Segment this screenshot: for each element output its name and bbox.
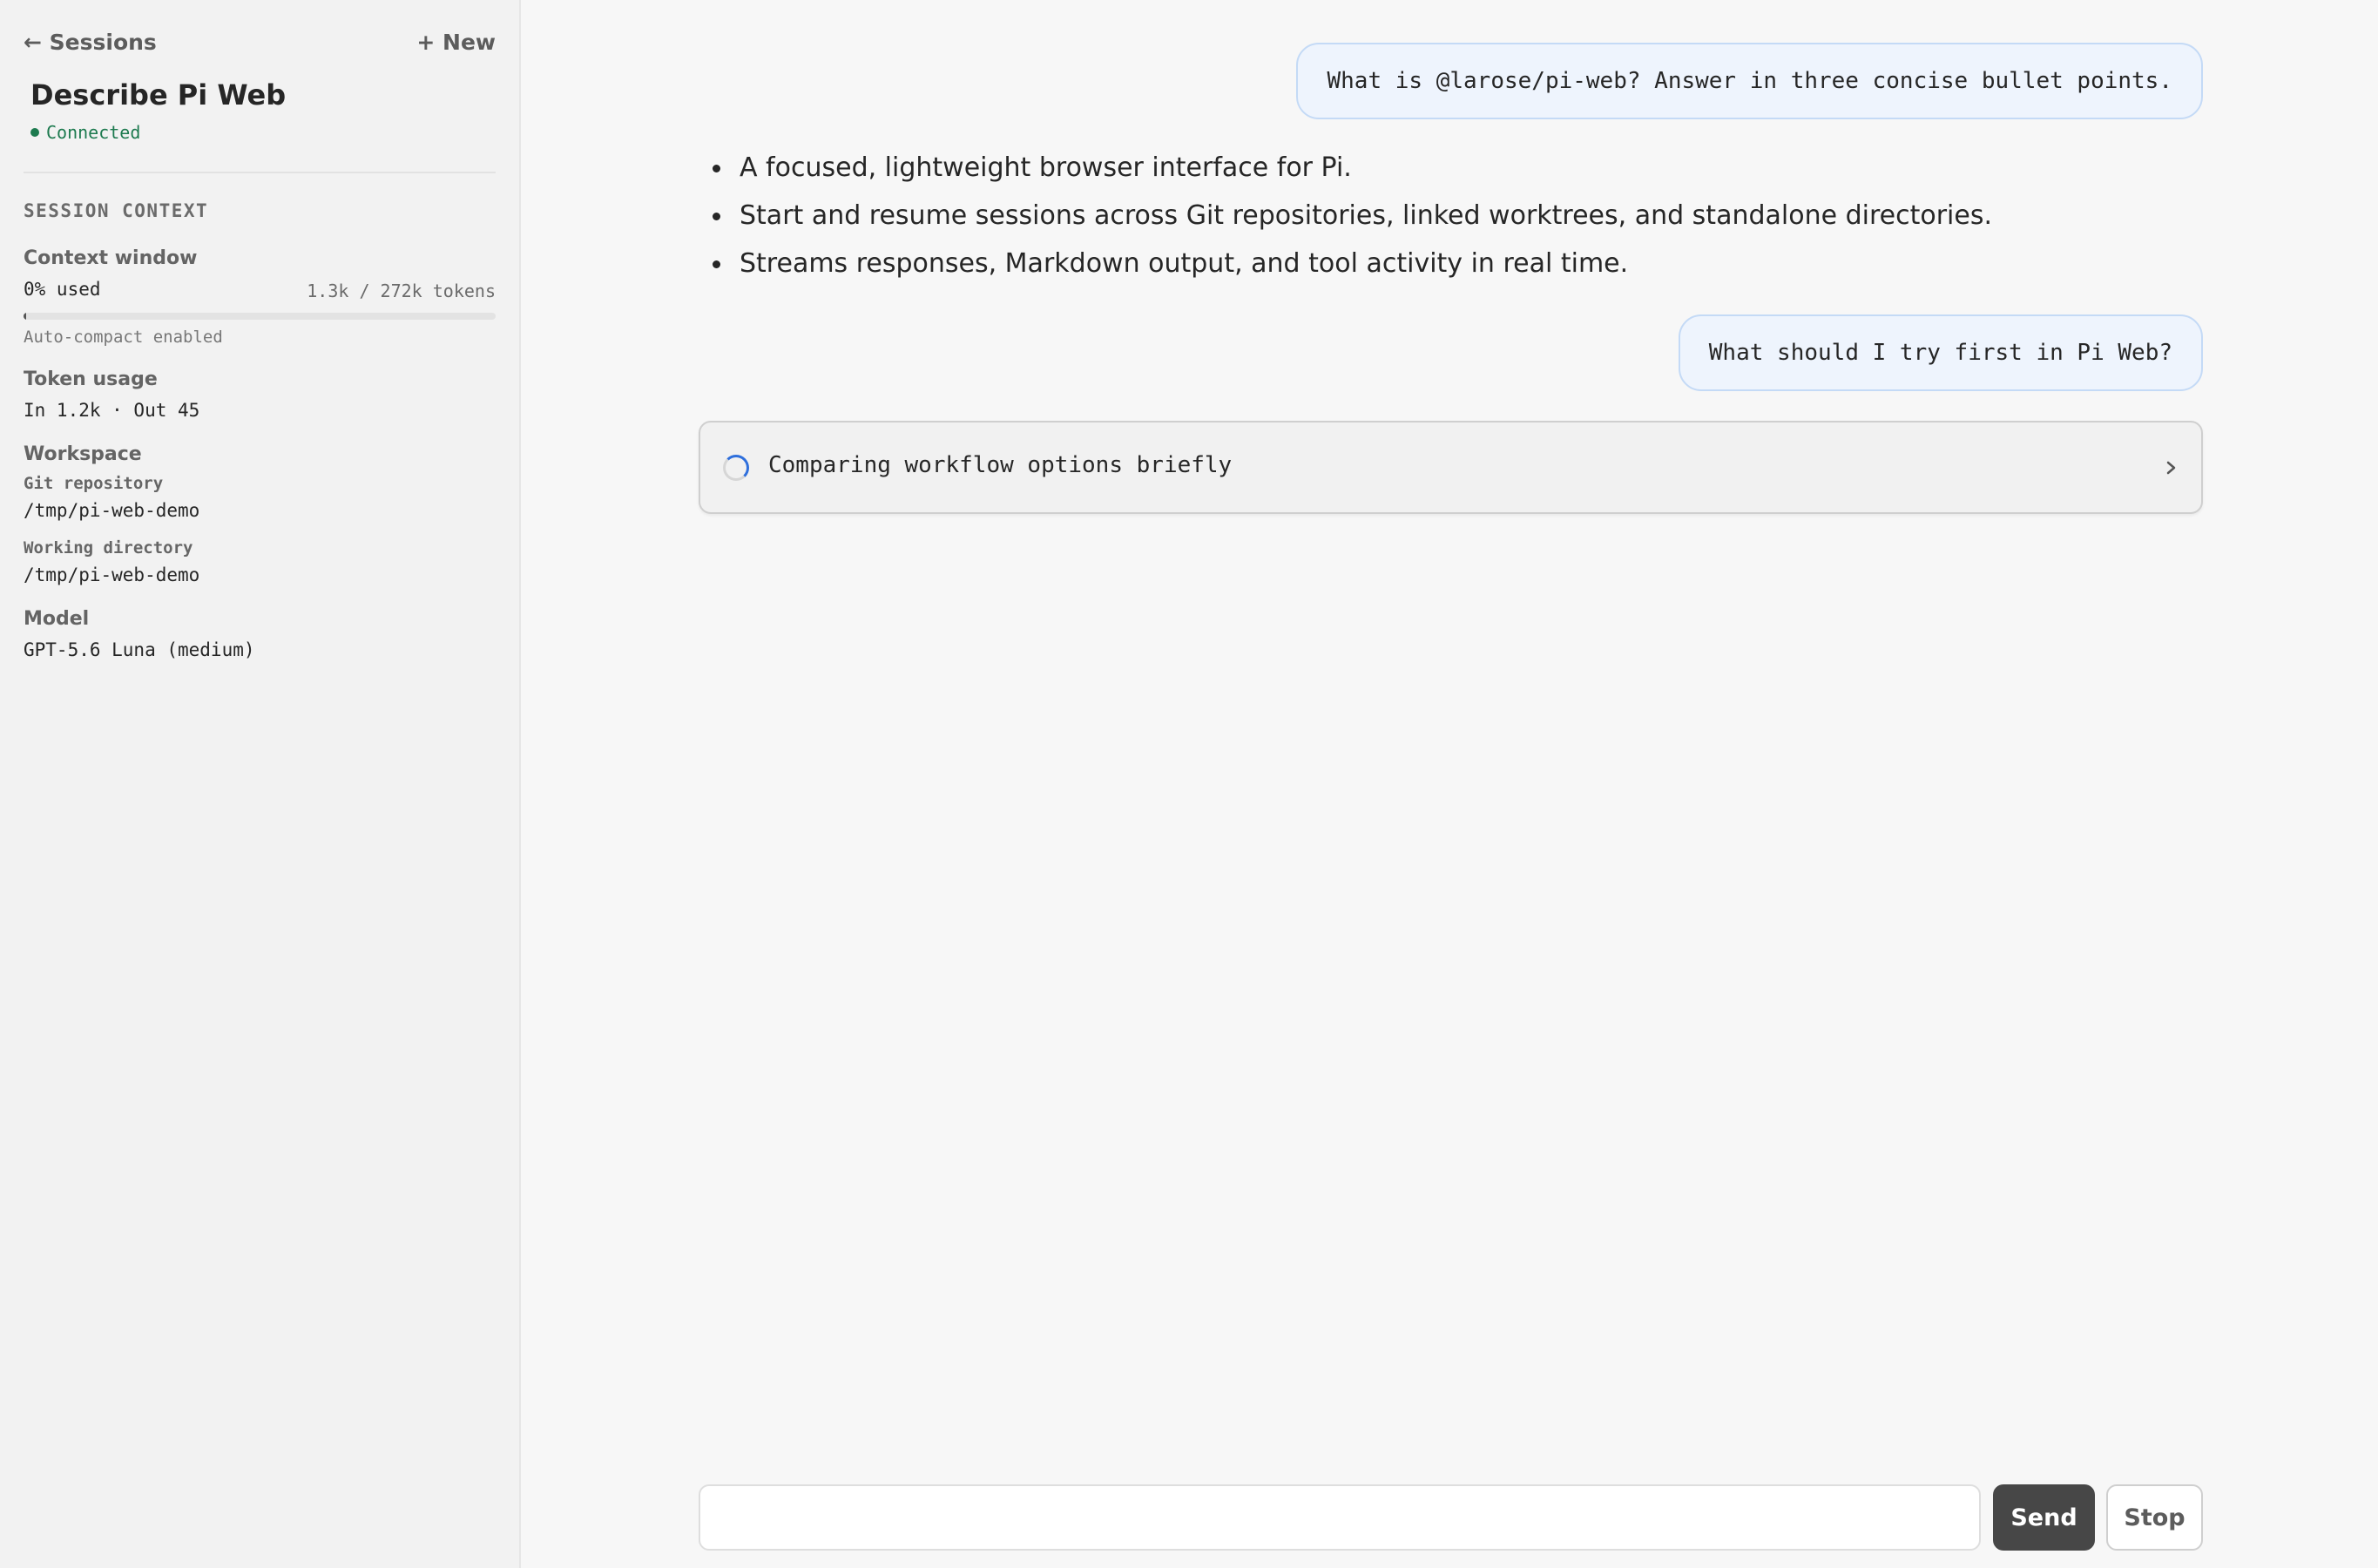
assistant-bullet: Start and resume sessions across Git rep… <box>699 192 1992 240</box>
status-dot-icon <box>30 128 39 137</box>
back-to-sessions-link[interactable]: ← Sessions <box>24 30 157 55</box>
sidebar: ← Sessions + New Describe Pi Web Connect… <box>0 0 521 1568</box>
chat-panel: What is @larose/pi-web? Answer in three … <box>523 0 2378 1568</box>
connection-status: Connected <box>30 122 140 143</box>
connection-status-label: Connected <box>46 122 141 143</box>
workspace-label: Workspace <box>24 443 142 465</box>
sidebar-top-bar: ← Sessions + New <box>24 30 496 59</box>
chevron-right-icon <box>2166 461 2176 475</box>
working-directory-value: /tmp/pi-web-demo <box>24 564 200 585</box>
session-title: Describe Pi Web <box>30 78 287 112</box>
assistant-message: A focused, lightweight browser interface… <box>699 144 1992 287</box>
git-repository-value: /tmp/pi-web-demo <box>24 500 200 521</box>
git-repository-label: Git repository <box>24 474 164 493</box>
message-input[interactable] <box>699 1484 1981 1551</box>
spinner-icon <box>723 455 749 481</box>
context-progress-bar <box>24 313 496 320</box>
user-message: What is @larose/pi-web? Answer in three … <box>1296 43 2203 119</box>
assistant-bullet: A focused, lightweight browser interface… <box>699 144 1992 192</box>
model-label: Model <box>24 608 90 630</box>
send-button[interactable]: Send <box>1993 1484 2095 1551</box>
user-message: What should I try first in Pi Web? <box>1678 314 2203 391</box>
new-session-button[interactable]: + New <box>416 30 496 55</box>
context-progress-fill <box>24 313 26 320</box>
context-tokens-text: 1.3k / 272k tokens <box>307 280 496 301</box>
working-directory-label: Working directory <box>24 538 193 558</box>
token-usage-label: Token usage <box>24 368 158 390</box>
context-window-label: Context window <box>24 247 198 269</box>
stop-button[interactable]: Stop <box>2106 1484 2203 1551</box>
section-header: SESSION CONTEXT <box>24 200 209 221</box>
assistant-bullet: Streams responses, Markdown output, and … <box>699 240 1992 287</box>
auto-compact-note: Auto-compact enabled <box>24 328 223 347</box>
tool-activity-card[interactable]: Comparing workflow options briefly <box>699 421 2203 514</box>
model-value: GPT-5.6 Luna (medium) <box>24 639 255 660</box>
tool-activity-text: Comparing workflow options briefly <box>768 452 1233 478</box>
token-usage-value: In 1.2k · Out 45 <box>24 400 200 421</box>
sidebar-divider <box>24 172 496 173</box>
context-used-text: 0% used <box>24 279 101 300</box>
